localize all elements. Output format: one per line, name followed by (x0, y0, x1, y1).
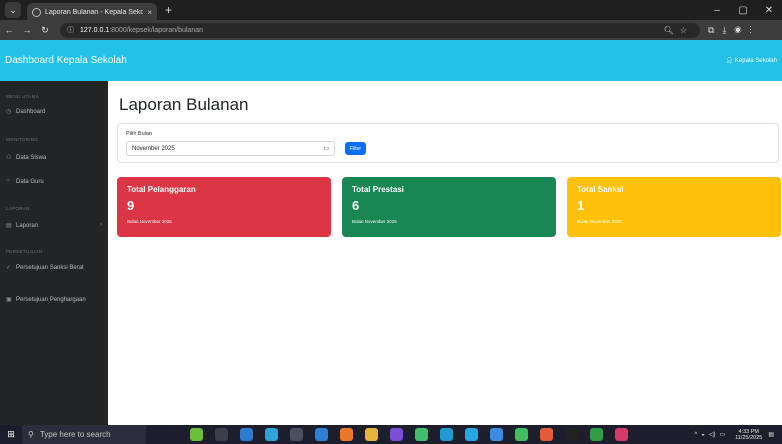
card-title: Total Prestasi (352, 185, 404, 194)
app-icon[interactable] (390, 428, 403, 441)
user-icon: 👤︎ (725, 58, 734, 64)
app-icon[interactable] (590, 428, 603, 441)
card-value: 6 (352, 198, 360, 213)
total-pelanggaran-card: Total Pelanggaran 9 Bulan November 2025 (117, 177, 331, 237)
card-title: Total Sanksi (577, 185, 624, 194)
page-title: Laporan Bulanan (119, 95, 249, 114)
filter-button[interactable]: Filter (345, 142, 366, 155)
firefox-icon[interactable] (340, 428, 353, 441)
month-filter-label: Pilih Bulan (126, 131, 152, 137)
dashboard-icon: ◷ (6, 109, 12, 115)
total-prestasi-card: Total Prestasi 6 Bulan November 2025 (342, 177, 556, 237)
chrome-icon[interactable] (365, 428, 378, 441)
app-navbar: Dashboard Kepala Sekolah 👤︎ Kepala Sekol… (0, 40, 782, 81)
navbar-brand[interactable]: Dashboard Kepala Sekolah (5, 55, 127, 66)
url-path: :8000/kepsek/laporan/bulanan (109, 26, 203, 34)
address-bar-row: ← → ↻ ⓘ 127.0.0.1:8000/kepsek/laporan/bu… (0, 20, 782, 40)
browser-tab[interactable]: Laporan Bulanan - Kepala Sekol × (27, 3, 157, 21)
windows-start-icon[interactable]: ⊞ (0, 429, 22, 440)
app-icon[interactable] (440, 428, 453, 441)
new-tab-button[interactable]: + (165, 3, 172, 17)
sidebar-item-dashboard[interactable]: ◷ Dashboard (0, 108, 108, 116)
tab-close-icon[interactable]: × (147, 8, 152, 17)
award-icon: ▣ (6, 297, 12, 303)
vscode-icon[interactable] (315, 428, 328, 441)
minimize-button[interactable]: – (704, 5, 730, 16)
system-tray: ^ ◒ ◁) ▭ 4:33 PM 11/25/2025 ▤ (694, 425, 778, 444)
person-icon: ○ (6, 178, 10, 184)
chevron-up-icon[interactable]: ^ (694, 432, 697, 438)
tiktok-icon[interactable] (565, 428, 578, 441)
taskbar-apps (190, 428, 640, 441)
battery-icon[interactable]: ▭ (720, 431, 726, 438)
card-value: 9 (127, 198, 135, 213)
close-window-button[interactable]: ✕ (756, 5, 782, 16)
sidebar-section-title: LAPORAN (6, 206, 30, 211)
app-icon[interactable] (190, 428, 203, 441)
app-icon[interactable] (490, 428, 503, 441)
zoom-bookmark-icons[interactable]: 🔍︎☆ (664, 26, 693, 35)
app-icon[interactable] (615, 428, 628, 441)
card-subtitle: Bulan November 2025 (127, 219, 172, 224)
forward-icon[interactable]: → (18, 25, 36, 35)
search-icon: ⚲ (28, 430, 34, 439)
sidebar-item-persetujuan-sanksi[interactable]: ✓ Persetujuan Sanksi Berat (0, 264, 100, 272)
sidebar-item-data-siswa[interactable]: ⚇ Data Siswa (0, 154, 108, 162)
sidebar-section-title: MONITORING (6, 137, 39, 142)
site-info-icon[interactable]: ⓘ (67, 25, 74, 35)
clock[interactable]: 4:33 PM 11/25/2025 (735, 429, 762, 441)
clock-date: 11/25/2025 (735, 434, 763, 441)
check-icon: ✓ (6, 265, 12, 271)
sidebar-section-title: MENU UTAMA (6, 94, 39, 99)
task-view-icon[interactable] (215, 428, 228, 441)
windows-taskbar: ⊞ ⚲ Type here to search ^ ◒ ◁) ▭ 4:33 PM… (0, 425, 782, 444)
browser-tab-strip: ⌄ Laporan Bulanan - Kepala Sekol × + – ▢… (0, 0, 782, 21)
notification-icon[interactable]: ▤ (768, 431, 774, 438)
card-value: 1 (577, 198, 585, 213)
explorer-icon[interactable] (240, 428, 253, 441)
card-subtitle: Bulan November 2025 (352, 219, 397, 224)
user-name: Kepala Sekolah (734, 58, 777, 64)
card-title: Total Pelanggaran (127, 185, 196, 194)
sidebar: MENU UTAMA ◷ Dashboard MONITORING ⚇ Data… (0, 81, 108, 425)
taskbar-search[interactable]: ⚲ Type here to search (22, 425, 146, 444)
app-icon[interactable] (540, 428, 553, 441)
total-sanksi-card: Total Sanksi 1 Bulan November 2025 (567, 177, 781, 237)
maximize-button[interactable]: ▢ (730, 5, 756, 16)
report-icon: ▤ (6, 223, 12, 229)
user-menu[interactable]: 👤︎ Kepala Sekolah (726, 57, 777, 64)
chevron-right-icon: › (100, 222, 102, 228)
users-icon: ⚇ (6, 155, 12, 161)
url-field[interactable]: ⓘ 127.0.0.1:8000/kepsek/laporan/bulanan … (60, 22, 700, 38)
search-placeholder: Type here to search (39, 430, 111, 439)
url-host: 127.0.0.1 (80, 26, 110, 34)
card-subtitle: Bulan November 2025 (577, 219, 622, 224)
extensions-download-profile-icons[interactable]: ⧉⤓◉⋮ (708, 25, 760, 36)
sidebar-item-persetujuan-penghargaan[interactable]: ▣ Persetujuan Penghargaan (0, 296, 100, 304)
tab-title: Laporan Bulanan - Kepala Sekol (45, 8, 144, 16)
back-icon[interactable]: ← (0, 25, 18, 35)
sidebar-item-data-guru[interactable]: ○ Data Guru (0, 178, 108, 186)
network-icon[interactable]: ◒ (701, 432, 705, 438)
window-controls: – ▢ ✕ (704, 0, 782, 20)
app-icon[interactable] (265, 428, 278, 441)
favicon-icon (32, 7, 41, 17)
calendar-icon[interactable]: ▭ (323, 145, 329, 152)
month-input[interactable]: November 2025 ▭ (126, 141, 335, 156)
sidebar-item-laporan[interactable]: ▤ Laporan › (0, 222, 108, 230)
filter-card: Pilih Bulan November 2025 ▭ Filter (117, 123, 779, 163)
volume-icon[interactable]: ◁) (709, 431, 716, 438)
reload-icon[interactable]: ↻ (36, 25, 54, 36)
main-content: Laporan Bulanan Pilih Bulan November 202… (108, 81, 782, 425)
tab-search-icon[interactable]: ⌄ (5, 2, 21, 18)
app-icon[interactable] (515, 428, 528, 441)
sidebar-section-title: PERSETUJUAN (6, 249, 43, 254)
app-icon[interactable] (415, 428, 428, 441)
terminal-icon[interactable] (290, 428, 303, 441)
month-input-value: November 2025 (132, 145, 175, 152)
telegram-icon[interactable] (465, 428, 478, 441)
